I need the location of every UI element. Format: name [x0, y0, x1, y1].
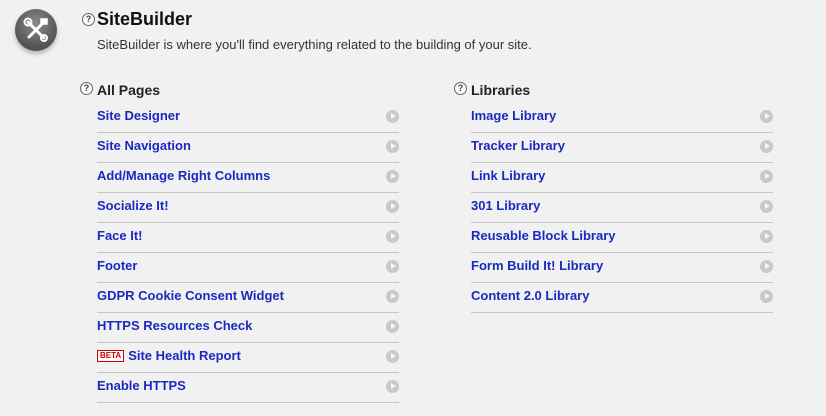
link-label: Content 2.0 Library	[471, 288, 590, 303]
arrow-right-icon[interactable]	[760, 170, 773, 183]
arrow-right-icon[interactable]	[386, 380, 399, 393]
arrow-right-icon[interactable]	[386, 350, 399, 363]
arrow-right-icon[interactable]	[386, 230, 399, 243]
link-label: Socialize It!	[97, 198, 169, 213]
link-reusable-block-library[interactable]: Reusable Block Library	[471, 228, 616, 243]
link-content-2-0-library[interactable]: Content 2.0 Library	[471, 288, 589, 303]
list-item: 301 Library	[471, 193, 773, 223]
list-item: Site Navigation	[97, 133, 399, 163]
arrow-right-icon[interactable]	[386, 110, 399, 123]
libraries-heading: Libraries	[471, 82, 531, 98]
arrow-right-icon[interactable]	[760, 140, 773, 153]
libraries-list: Image Library Tracker Library Link Library…	[471, 103, 773, 313]
link-301-library[interactable]: 301 Library	[471, 198, 540, 213]
link-label: Footer	[97, 258, 138, 273]
list-item: GDPR Cookie Consent Widget	[97, 283, 399, 313]
all-pages-list: Site Designer Site Navigation Add/Manage R…	[97, 103, 399, 403]
link-label: Link Library	[471, 168, 546, 183]
link-socialize-it[interactable]: Socialize It!	[97, 198, 169, 213]
link-label: Tracker Library	[471, 138, 565, 153]
link-add-manage-right-columns[interactable]: Add/Manage Right Columns	[97, 168, 270, 183]
link-site-designer[interactable]: Site Designer	[97, 108, 180, 123]
all-pages-heading: All Pages	[97, 82, 161, 98]
list-item: Socialize It!	[97, 193, 399, 223]
link-site-navigation[interactable]: Site Navigation	[97, 138, 191, 153]
list-item: Footer	[97, 253, 399, 283]
list-item: Link Library	[471, 163, 773, 193]
arrow-right-icon[interactable]	[386, 200, 399, 213]
arrow-right-icon[interactable]	[386, 290, 399, 303]
link-label: GDPR Cookie Consent Widget	[97, 288, 284, 303]
list-item: Tracker Library	[471, 133, 773, 163]
arrow-right-icon[interactable]	[386, 170, 399, 183]
link-label: 301 Library	[471, 198, 541, 213]
arrow-right-icon[interactable]	[760, 200, 773, 213]
link-enable-https[interactable]: Enable HTTPS	[97, 378, 186, 393]
list-item: Add/Manage Right Columns	[97, 163, 399, 193]
link-gdpr-cookie-consent-widget[interactable]: GDPR Cookie Consent Widget	[97, 288, 284, 303]
page-description: SiteBuilder is where you'll find everyth…	[97, 37, 532, 52]
list-item: HTTPS Resources Check	[97, 313, 399, 343]
list-item: Reusable Block Library	[471, 223, 773, 253]
list-item: Site Designer	[97, 103, 399, 133]
link-footer[interactable]: Footer	[97, 258, 137, 273]
arrow-right-icon[interactable]	[760, 260, 773, 273]
arrow-right-icon[interactable]	[386, 140, 399, 153]
link-site-health-report[interactable]: BETA Site Health Report	[97, 348, 241, 363]
link-label: Site Navigation	[97, 138, 191, 153]
arrow-right-icon[interactable]	[386, 320, 399, 333]
link-https-resources-check[interactable]: HTTPS Resources Check	[97, 318, 252, 333]
list-item: Image Library	[471, 103, 773, 133]
link-label: Image Library	[471, 108, 557, 123]
link-tracker-library[interactable]: Tracker Library	[471, 138, 565, 153]
link-label: Reusable Block Library	[471, 228, 616, 243]
all-pages-help-icon[interactable]: ?	[80, 82, 93, 95]
link-face-it[interactable]: Face It!	[97, 228, 143, 243]
sitebuilder-logo	[15, 9, 57, 51]
link-label: Site Health Report	[128, 348, 241, 363]
link-label: Site Designer	[97, 108, 181, 123]
libraries-help-icon[interactable]: ?	[454, 82, 467, 95]
list-item: Enable HTTPS	[97, 373, 399, 403]
link-label: Enable HTTPS	[97, 378, 186, 393]
page-title: SiteBuilder	[97, 9, 193, 29]
list-item: Content 2.0 Library	[471, 283, 773, 313]
help-icon[interactable]: ?	[82, 13, 95, 26]
arrow-right-icon[interactable]	[386, 260, 399, 273]
list-item: Face It!	[97, 223, 399, 253]
tools-icon	[23, 17, 48, 42]
beta-badge: BETA	[97, 349, 125, 362]
link-label: Face It!	[97, 228, 143, 243]
link-link-library[interactable]: Link Library	[471, 168, 545, 183]
link-label: Form Build It! Library	[471, 258, 604, 273]
arrow-right-icon[interactable]	[760, 230, 773, 243]
arrow-right-icon[interactable]	[760, 290, 773, 303]
list-item: Form Build It! Library	[471, 253, 773, 283]
list-item: BETA Site Health Report	[97, 343, 399, 373]
link-image-library[interactable]: Image Library	[471, 108, 556, 123]
link-label: Add/Manage Right Columns	[97, 168, 271, 183]
link-form-build-it-library[interactable]: Form Build It! Library	[471, 258, 603, 273]
link-label: HTTPS Resources Check	[97, 318, 253, 333]
arrow-right-icon[interactable]	[760, 110, 773, 123]
